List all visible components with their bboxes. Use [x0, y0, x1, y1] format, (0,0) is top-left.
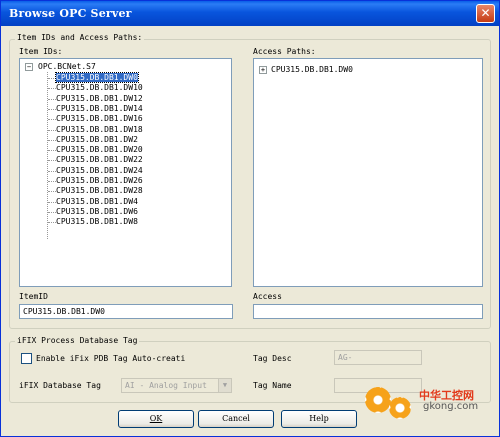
tag-desc-label: Tag Desc — [253, 354, 292, 363]
tree-branch-line — [48, 201, 56, 203]
cancel-button[interactable]: Cancel — [198, 410, 274, 428]
tree-branch-line — [48, 108, 56, 110]
gear-icon — [389, 397, 411, 419]
tree-branch-line — [48, 160, 56, 162]
ifix-group-legend: iFIX Process Database Tag — [15, 336, 140, 345]
tree-item[interactable]: CPU315.DB.DB1.DW6 — [56, 207, 138, 217]
watermark-url: gkong.com — [423, 401, 479, 412]
collapse-icon[interactable]: − — [25, 63, 33, 71]
tree-item[interactable]: CPU315.DB.DB1.DW24 — [56, 166, 143, 176]
db-tag-label: iFIX Database Tag — [19, 381, 101, 390]
tree-item[interactable]: CPU315.DB.DB1.DW16 — [56, 114, 143, 124]
gear-icon — [365, 387, 391, 413]
watermark-logo: 中华工控网 gkong.com — [363, 379, 498, 429]
help-button[interactable]: Help — [281, 410, 357, 428]
chevron-down-icon[interactable]: ▼ — [218, 379, 231, 392]
close-button[interactable]: ✕ — [476, 4, 495, 23]
db-tag-select[interactable]: AI - Analog Input ▼ — [121, 378, 232, 393]
tree-connector-line — [47, 72, 48, 239]
tree-branch-line — [48, 129, 56, 131]
tree-branch-line — [48, 170, 56, 172]
close-icon: ✕ — [480, 6, 491, 20]
tree-root[interactable]: OPC.BCNet.S7 — [38, 62, 96, 72]
tree-branch-line — [48, 139, 56, 141]
tree-branch-line — [48, 98, 56, 100]
db-tag-selected-value: AI - Analog Input — [125, 381, 207, 390]
access-paths-label: Access Paths: — [253, 47, 316, 56]
tree-item[interactable]: CPU315.DB.DB1.DW10 — [56, 83, 143, 93]
tree-item[interactable]: CPU315.DB.DB1.DW18 — [56, 125, 143, 135]
expand-icon[interactable]: + — [259, 66, 267, 74]
tree-branch-line — [48, 222, 56, 224]
tree-branch-line — [48, 78, 56, 79]
tree-branch-line — [48, 150, 56, 152]
title-bar[interactable]: Browse OPC Server ✕ — [1, 1, 499, 26]
item-id-label: ItemID — [19, 292, 48, 301]
tree-item[interactable]: CPU315.DB.DB1.DW12 — [56, 94, 143, 104]
enable-autocreate-label[interactable]: Enable iFix PDB Tag Auto-creati — [36, 354, 185, 363]
access-label: Access — [253, 292, 282, 301]
tree-item[interactable]: CPU315.DB.DB1.DW28 — [56, 186, 143, 196]
access-field[interactable] — [253, 304, 483, 319]
browse-opc-server-dialog: Browse OPC Server ✕ Item IDs and Access … — [0, 0, 500, 437]
tree-item[interactable]: CPU315.DB.DB1.DW26 — [56, 176, 143, 186]
access-path-item[interactable]: CPU315.DB.DB1.DW0 — [271, 65, 353, 75]
enable-autocreate-checkbox[interactable] — [21, 353, 32, 364]
item-ids-label: Item IDs: — [19, 47, 63, 56]
tree-item[interactable]: CPU315.DB.DB1.DW20 — [56, 145, 143, 155]
access-paths-list[interactable]: + CPU315.DB.DB1.DW0 — [253, 58, 483, 287]
tree-item[interactable]: CPU315.DB.DB1.DW4 — [56, 197, 138, 207]
tree-branch-line — [48, 191, 56, 193]
tree-item[interactable]: CPU315.DB.DB1.DW2 — [56, 135, 138, 145]
item-ids-group-legend: Item IDs and Access Paths: — [15, 33, 145, 42]
tree-item[interactable]: CPU315.DB.DB1.DW22 — [56, 155, 143, 165]
tree-branch-line — [48, 181, 56, 182]
tree-branch-line — [48, 119, 56, 121]
tree-branch-line — [48, 211, 56, 213]
tree-item[interactable]: CPU315.DB.DB1.DW14 — [56, 104, 143, 114]
tag-desc-field[interactable]: AG- — [334, 350, 422, 365]
ok-button[interactable]: OK — [118, 410, 194, 428]
window-title: Browse OPC Server — [9, 7, 132, 20]
tree-item[interactable]: CPU315.DB.DB1.DW0 — [55, 72, 139, 83]
item-ids-tree[interactable]: − OPC.BCNet.S7 CPU315.DB.DB1.DW0 CPU315.D… — [19, 58, 232, 287]
tree-item[interactable]: CPU315.DB.DB1.DW8 — [56, 217, 138, 227]
tag-name-label: Tag Name — [253, 381, 292, 390]
item-id-field[interactable]: CPU315.DB.DB1.DW0 — [19, 304, 233, 319]
tree-branch-line — [48, 88, 56, 90]
